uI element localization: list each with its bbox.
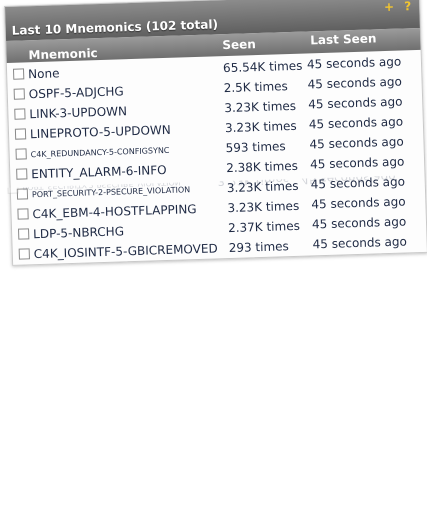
row-seen: 2.5K times [223,79,289,96]
row-mnemonic: C4K_REDUNDANCY-5-CONFIGSYNC [30,145,170,160]
column-last-seen[interactable]: Last Seen [310,31,377,47]
row-mnemonic: None [27,66,60,82]
row-seen: 2.38K times [225,158,299,176]
widget-reflection: PORT_SECURITY-2-PSECURE_VIOLATION 3.23K t… [1,175,419,268]
row-mnemonic: LINK-3-UPDOWN [29,104,128,122]
column-mnemonic[interactable]: Mnemonic [28,46,98,62]
row-seen: 593 times [225,139,286,156]
row-mnemonic: LINEPROTO-5-UPDOWN [29,122,171,142]
titlebar-icons: + ? [378,0,412,14]
row-seen: 3.23K times [224,118,297,136]
scene: Last 10 Mnemonics (102 total) + ? Mnemon… [0,0,427,526]
row-last-seen: 45 seconds ago [306,54,402,72]
row-seen: 65.54K times [222,58,303,76]
row-last-seen: 45 seconds ago [309,154,405,172]
help-icon[interactable]: ? [404,0,411,13]
row-mnemonic: ENTITY_ALARM-6-INFO [31,162,167,182]
add-icon[interactable]: + [384,0,394,14]
row-checkbox[interactable] [16,168,28,180]
row-last-seen: 45 seconds ago [307,74,403,92]
row-seen: 3.23K times [224,98,297,116]
row-checkbox[interactable] [15,148,27,160]
row-checkbox[interactable] [12,68,25,80]
row-last-seen: 45 seconds ago [309,134,404,152]
row-last-seen: 45 seconds ago [308,114,404,132]
row-last-seen: 45 seconds ago [308,94,403,112]
reflection-fade [0,262,427,352]
row-checkbox[interactable] [14,128,27,140]
column-seen[interactable]: Seen [222,37,256,52]
row-mnemonic: OSPF-5-ADJCHG [28,84,124,102]
row-checkbox[interactable] [13,88,25,100]
row-checkbox[interactable] [14,108,26,120]
